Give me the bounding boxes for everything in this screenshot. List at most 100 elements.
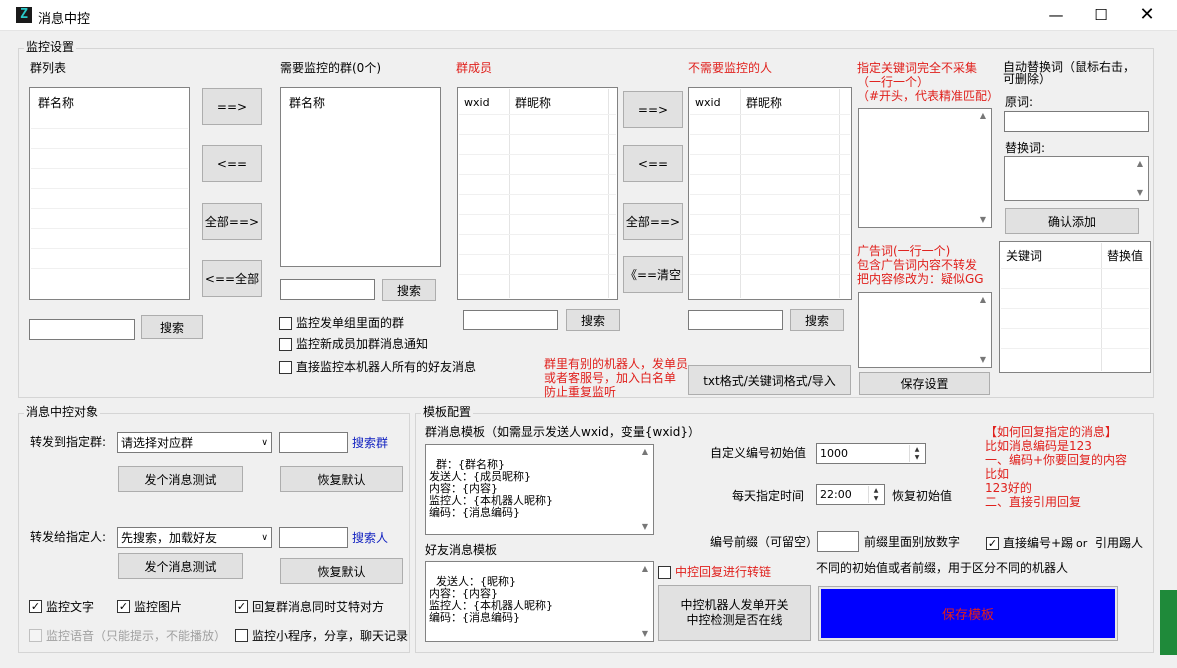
ad-words-textarea[interactable]: ▲ ▼ [858, 292, 992, 368]
clear-members-button[interactable]: 《==清空 [623, 256, 683, 293]
check-new-member[interactable] [279, 338, 292, 351]
search-person-link[interactable]: 搜索人 [352, 531, 388, 545]
check-order-groups[interactable] [279, 317, 292, 330]
friend-template-textarea[interactable]: 发送人：{昵称} 内容：{内容} 监控人：{本机器人昵称} 编码：{消息编码} … [425, 561, 654, 642]
save-settings-button[interactable]: 保存设置 [859, 372, 990, 395]
forward-person-select-value: 先搜索，加载好友 [121, 531, 218, 545]
check-monitor-image[interactable]: ✓ [117, 600, 130, 613]
check-reply-chain[interactable] [658, 566, 671, 579]
watched-search-input[interactable] [280, 279, 375, 300]
prefix-label: 编号前缀（可留空） [710, 535, 819, 549]
keyword-filter-label: 指定关键词完全不采集 （一行一个） （#开头，代表精准匹配） [857, 61, 1000, 103]
forward-group-select[interactable]: 请选择对应群 ∨ [117, 432, 272, 453]
check-monitor-text[interactable]: ✓ [29, 600, 42, 613]
replace-col-value: 替换值 [1107, 249, 1144, 263]
reset-default-button-1[interactable]: 恢复默认 [280, 466, 403, 492]
check-all-friends[interactable] [279, 361, 292, 374]
save-template-frame: 保存模板 [818, 586, 1118, 641]
check-direct-reply[interactable]: ✓ [986, 537, 999, 550]
import-button[interactable]: txt格式/关键词格式/导入 [688, 365, 851, 395]
group-search-input[interactable] [29, 319, 135, 340]
check-monitor-image-label: 监控图片 [134, 600, 183, 614]
check-order-groups-label: 监控发单组里面的群 [296, 316, 405, 330]
excluded-col-wxid: wxid [695, 96, 721, 109]
remove-all-groups-button[interactable]: <==全部 [202, 260, 262, 297]
forward-person-search-input[interactable] [279, 527, 348, 548]
members-col-nick: 群昵称 [515, 96, 552, 110]
start-number-input[interactable]: 1000 ▲ ▼ [816, 443, 926, 464]
forward-person-label: 转发给指定人: [30, 530, 107, 544]
replace-col-keyword: 关键词 [1006, 249, 1043, 263]
replace-words-label: 自动替换词（鼠标右击， 可删除） [1003, 60, 1136, 86]
quote-reply-text: 引用踢人 [1095, 536, 1144, 550]
daily-time-value: 22:00 [820, 488, 852, 501]
daily-time-spinner[interactable]: ▲ ▼ [868, 486, 883, 503]
test-message-button-1[interactable]: 发个消息测试 [118, 466, 243, 492]
add-group-button[interactable]: ==> [202, 88, 262, 125]
members-label: 群成员 [456, 61, 493, 75]
members-search-button[interactable]: 搜索 [566, 309, 620, 331]
check-reply-at[interactable]: ✓ [235, 600, 248, 613]
reply-help-text: 【如何回复指定的消息】 比如消息编码是123 一、编码+你要回复的内容 比如 1… [985, 425, 1128, 509]
or-text: or [1076, 537, 1088, 550]
daily-time-input[interactable]: 22:00 ▲ ▼ [816, 484, 885, 505]
friend-template-label: 好友消息模板 [425, 543, 498, 557]
minimize-icon[interactable]: — [1033, 0, 1079, 31]
orig-word-input[interactable] [1004, 111, 1149, 132]
add-all-members-button[interactable]: 全部==> [623, 203, 683, 240]
friend-template-text: 发送人：{昵称} 内容：{内容} 监控人：{本机器人昵称} 编码：{消息编码} [429, 575, 553, 624]
members-search-input[interactable] [463, 310, 558, 330]
whitelist-note: 群里有别的机器人，发单员 或者客服号，加入白名单 防止重复监听 [544, 357, 689, 399]
reset-start-label: 恢复初始值 [892, 489, 953, 503]
excluded-col-nick: 群昵称 [746, 96, 783, 110]
watched-groups-list[interactable]: 群名称 [280, 87, 441, 267]
members-col-wxid: wxid [464, 96, 490, 109]
replace-table[interactable]: 关键词 替换值 [999, 241, 1151, 373]
group-list-header: 群名称 [38, 96, 75, 110]
replace-word-label: 替换词: [1005, 141, 1046, 155]
check-reply-at-label: 回复群消息同时艾特对方 [252, 600, 385, 614]
save-template-button[interactable]: 保存模板 [821, 589, 1115, 638]
check-direct-reply-label: 直接编号+踢 [1003, 536, 1074, 550]
remove-group-button[interactable]: <== [202, 145, 262, 182]
chevron-down-icon: ∨ [261, 437, 268, 448]
search-group-link[interactable]: 搜索群 [352, 436, 388, 450]
side-strip [1160, 590, 1177, 655]
forward-group-search-input[interactable] [279, 432, 348, 453]
maximize-icon[interactable]: ☐ [1078, 0, 1124, 31]
replace-word-textarea[interactable]: ▲ ▼ [1004, 156, 1149, 201]
excluded-label: 不需要监控的人 [688, 61, 773, 75]
group-list[interactable]: 群名称 [29, 87, 190, 300]
excluded-search-button[interactable]: 搜索 [790, 309, 844, 331]
check-monitor-text-label: 监控文字 [46, 600, 95, 614]
add-member-button[interactable]: ==> [623, 91, 683, 128]
close-icon[interactable]: ✕ [1124, 0, 1170, 31]
check-monitor-miniprogram[interactable] [235, 629, 248, 642]
keyword-filter-textarea[interactable]: ▲ ▼ [858, 108, 992, 228]
reset-default-button-2[interactable]: 恢复默认 [280, 558, 403, 584]
remove-member-button[interactable]: <== [623, 145, 683, 182]
watched-groups-header: 群名称 [289, 96, 326, 110]
members-list[interactable]: wxid 群昵称 [457, 87, 618, 300]
test-message-button-2[interactable]: 发个消息测试 [118, 553, 243, 579]
title-bar: Z 消息中控 — ☐ ✕ [0, 0, 1177, 31]
distinct-note: 不同的初始值或者前缀，用于区分不同的机器人 [816, 561, 1069, 575]
chevron-down-icon: ∨ [261, 532, 268, 543]
forward-person-select[interactable]: 先搜索，加载好友 ∨ [117, 527, 272, 548]
group-search-button[interactable]: 搜索 [141, 315, 203, 339]
window-title: 消息中控 [38, 12, 91, 27]
switch-button[interactable]: 中控机器人发单开关 中控检测是否在线 [658, 585, 811, 641]
check-monitor-miniprogram-label: 监控小程序，分享，聊天记录 [252, 629, 409, 643]
start-number-spinner[interactable]: ▲ ▼ [909, 445, 924, 462]
app-icon: Z [16, 7, 32, 23]
add-all-groups-button[interactable]: 全部==> [202, 203, 262, 240]
excluded-search-input[interactable] [688, 310, 783, 330]
watched-search-button[interactable]: 搜索 [382, 279, 436, 301]
confirm-add-button[interactable]: 确认添加 [1005, 208, 1139, 234]
check-all-friends-label: 直接监控本机器人所有的好友消息 [296, 360, 477, 374]
excluded-list[interactable]: wxid 群昵称 [688, 87, 852, 300]
group-template-textarea[interactable]: 群：{群名称} 发送人：{成员昵称} 内容：{内容} 监控人：{本机器人昵称} … [425, 444, 654, 535]
prefix-input[interactable] [817, 531, 859, 552]
template-group-title: 模板配置 [421, 405, 474, 419]
start-number-label: 自定义编号初始值 [710, 446, 807, 460]
